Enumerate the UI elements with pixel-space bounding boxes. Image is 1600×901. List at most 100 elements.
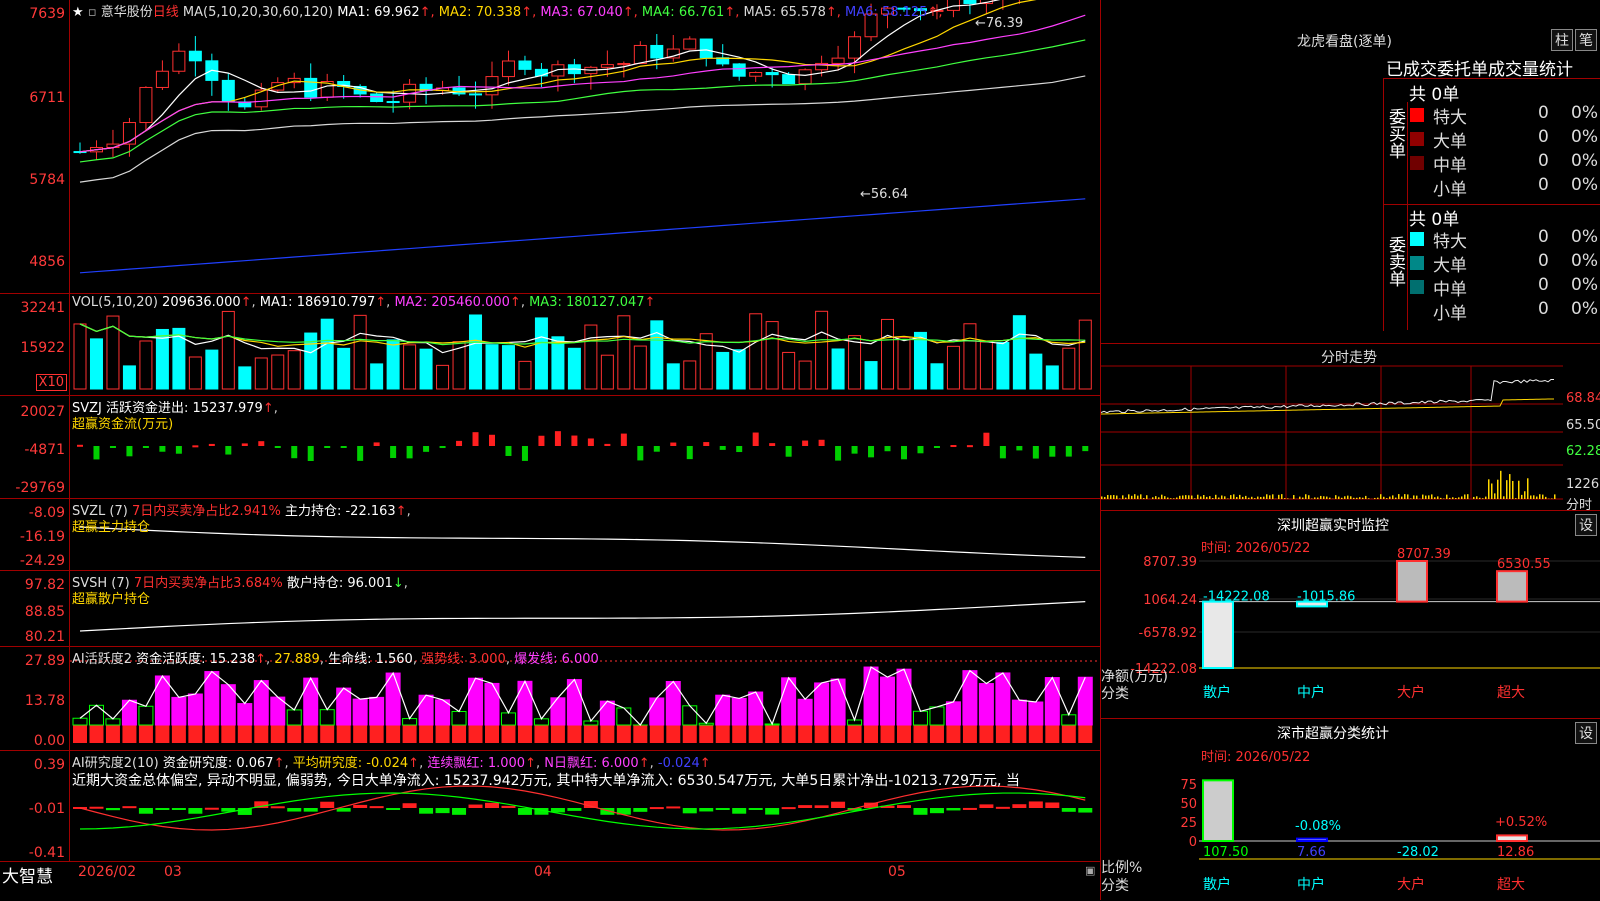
- candle: [849, 37, 861, 58]
- candle: [832, 58, 844, 63]
- intraday-panel[interactable]: 分时走势 68.84 65.50 62.28 12269 分时: [1101, 343, 1600, 510]
- sz-class-panel[interactable]: 深市超赢分类统计 设 时间: 2026/05/22 7550250散户107.5…: [1101, 718, 1600, 901]
- svzj-pane[interactable]: 20027 -4871 -29769 SVZJ 活跃资金进出: 15237.97…: [0, 396, 1100, 499]
- ai-active-title: AI活跃度2: [72, 652, 132, 667]
- fund-flow-bar: [390, 446, 396, 458]
- intraday-volume-bar: [1527, 478, 1529, 499]
- date-label: 04: [534, 864, 552, 880]
- order-pct: 0%: [1571, 151, 1598, 171]
- fund-flow-bar: [720, 446, 726, 450]
- szc-bar: [1203, 780, 1233, 841]
- active-bar: [683, 706, 697, 725]
- active-bar: [73, 718, 87, 725]
- active-base-bar: [600, 725, 614, 743]
- order-color-swatch: [1410, 304, 1424, 318]
- szc-bar: [1497, 835, 1527, 841]
- svzj-axis-label: -4871: [24, 442, 65, 458]
- intraday-volume-bar: [1473, 497, 1475, 499]
- volume-bar: [733, 350, 745, 389]
- szc-value-label: 107.50: [1203, 845, 1249, 860]
- ma-value-3: MA3: 67.040: [540, 5, 622, 20]
- sz-category-label: 大户: [1397, 684, 1425, 701]
- tick-view-button[interactable]: 笔: [1575, 29, 1597, 51]
- order-type: 中单: [1433, 151, 1467, 176]
- intraday-volume-bar: [1221, 495, 1223, 499]
- intraday-volume-bar: [1449, 498, 1451, 499]
- intraday-volume-bar: [1344, 496, 1346, 499]
- intraday-volume-bar: [1320, 496, 1322, 499]
- volume-bar: [123, 366, 135, 389]
- research-bar: [716, 808, 730, 810]
- szc-value-label: -28.02: [1397, 845, 1439, 860]
- date-label: 05: [888, 864, 906, 880]
- lhb-panel[interactable]: 龙虎看盘(逐单) 柱 笔 已成交委托单成交量统计 委买单 共 0单 委卖单 共 …: [1101, 0, 1600, 342]
- active-bar: [567, 680, 581, 725]
- star-icon[interactable]: ★: [72, 5, 84, 20]
- order-type: 大单: [1433, 251, 1467, 276]
- svzl-axis-label: -16.19: [20, 529, 65, 545]
- sz-category-label: 中户: [1297, 684, 1325, 701]
- intraday-volume-bar: [1212, 498, 1214, 499]
- ai-active-pane[interactable]: 27.89 13.78 0.00 AI活跃度2 资金活跃度: 15.238↑, …: [0, 647, 1100, 751]
- active-base-bar: [617, 725, 631, 743]
- intraday-volume-bar: [1365, 496, 1367, 499]
- intraday-volume-bar: [1335, 495, 1337, 499]
- research-bar: [518, 808, 532, 815]
- research-bar: [419, 808, 433, 814]
- active-bar: [798, 699, 812, 725]
- ai-research-axis-label: -0.01: [29, 801, 65, 817]
- intraday-volume-bar: [1263, 497, 1265, 499]
- intraday-volume-bar: [1533, 495, 1535, 499]
- active-bar: [1012, 700, 1026, 725]
- fund-flow-bar: [670, 443, 676, 446]
- fund-flow-bar: [308, 446, 314, 461]
- intraday-volume-bar: [1353, 498, 1355, 499]
- intraday-volume-bar: [1410, 498, 1412, 499]
- active-bar: [106, 719, 120, 725]
- candlestick-chart[interactable]: ←76.39←56.64: [70, 0, 1100, 293]
- volume-bar: [535, 318, 547, 389]
- active-base-bar: [930, 725, 944, 743]
- volume-pane[interactable]: 32241 15922 X10 VOL(5,10,20) 209636.000↑…: [0, 294, 1100, 396]
- candle: [700, 39, 712, 58]
- svsh-pane[interactable]: 97.82 88.85 80.21 SVSH (7) 7日内买卖净占比3.684…: [0, 571, 1100, 647]
- intraday-chart[interactable]: [1101, 344, 1600, 510]
- active-bar: [155, 676, 169, 725]
- szc-bar-label: -0.08%: [1295, 819, 1341, 834]
- ai-research-pane[interactable]: 0.39 -0.01 -0.41 AI研究度2(10) 资金研究度: 0.067…: [0, 751, 1100, 862]
- volume-bar: [832, 349, 844, 389]
- fund-flow-bar: [143, 446, 149, 448]
- intraday-volume-bar: [1218, 498, 1220, 499]
- ma-value-5: MA5: 65.578: [743, 5, 825, 20]
- intraday-volume-bar: [1242, 497, 1244, 499]
- intraday-volume-bar: [1137, 496, 1139, 499]
- order-count: 0: [1538, 275, 1549, 295]
- volume-header: VOL(5,10,20) 209636.000↑, MA1: 186910.79…: [72, 295, 655, 310]
- research-bar: [353, 805, 367, 808]
- buy-total: 共 0单: [1409, 80, 1459, 105]
- szc-value-label: 7.66: [1297, 845, 1326, 860]
- column-view-button[interactable]: 柱: [1551, 29, 1573, 51]
- intraday-volume-bar: [1167, 498, 1169, 499]
- sz-bar-label: -14222.08: [1203, 590, 1270, 605]
- active-base-bar: [963, 725, 977, 743]
- sz-monitor-panel[interactable]: 深圳超赢实时监控 设 时间: 2026/05/22 8707.391064.24…: [1101, 510, 1600, 718]
- candle: [470, 94, 482, 95]
- fund-flow-bar: [786, 446, 792, 457]
- candle: [140, 87, 152, 122]
- volume-bar: [980, 342, 992, 389]
- intraday-volume-bar: [1398, 494, 1400, 499]
- active-bar: [518, 681, 532, 725]
- price-pane[interactable]: 7639 6711 5784 4856 ←76.39←56.64 ★ ▫ 意华股…: [0, 0, 1100, 294]
- svzl-pane[interactable]: -8.09 -16.19 -24.29 SVZL (7) 7日内买卖净占比2.9…: [0, 499, 1100, 571]
- ai-burst-line: 爆发线: 6.000: [514, 652, 599, 667]
- intraday-volume-bar: [1458, 497, 1460, 499]
- lock-icon[interactable]: ▣: [1085, 864, 1095, 877]
- volume-bar: [717, 352, 729, 389]
- ai-research-summary: 近期大资金总体偏空, 异动不明显, 偏弱势, 今日大单净流入: 15237.94…: [72, 770, 1098, 790]
- sort-icon[interactable]: ▫: [88, 5, 97, 20]
- sz-bar: [1397, 561, 1427, 602]
- active-base-bar: [238, 725, 252, 743]
- intraday-volume-bar: [1437, 496, 1439, 499]
- volume-bar: [90, 339, 102, 389]
